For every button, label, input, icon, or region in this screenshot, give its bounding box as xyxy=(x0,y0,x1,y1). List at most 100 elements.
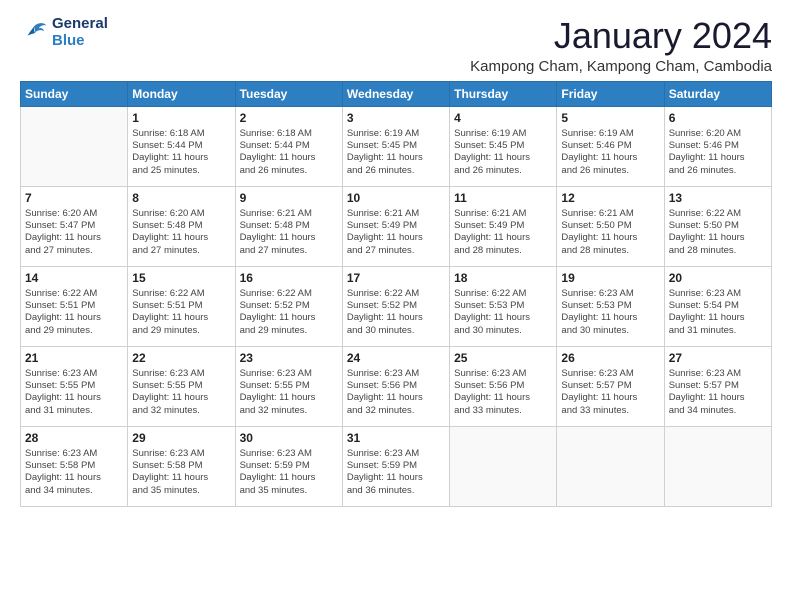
day-cell: 9 Sunrise: 6:21 AM Sunset: 5:48 PM Daylig… xyxy=(235,186,342,266)
day-info: Sunrise: 6:19 AM Sunset: 5:45 PM Dayligh… xyxy=(454,128,552,177)
day-cell: 16Sunrise: 6:22 AM Sunset: 5:52 PM Dayli… xyxy=(235,266,342,346)
day-cell: 19 Sunrise: 6:23 AM Sunset: 5:53 PM Dayli… xyxy=(557,266,664,346)
day-info: Sunrise: 6:20 AM Sunset: 5:46 PM Dayligh… xyxy=(669,128,767,177)
day-cell: 20Sunrise: 6:23 AM Sunset: 5:54 PM Dayli… xyxy=(664,266,771,346)
subtitle: Kampong Cham, Kampong Cham, Cambodia xyxy=(470,58,772,75)
logo-icon xyxy=(20,19,48,47)
day-info: Sunrise: 6:20 AM Sunset: 5:47 PM Dayligh… xyxy=(25,208,123,257)
day-info: Sunrise: 6:23 AM Sunset: 5:57 PM Dayligh… xyxy=(561,368,659,417)
main-title: January 2024 xyxy=(470,16,772,56)
day-cell xyxy=(664,426,771,506)
day-info: Sunrise: 6:21 AM Sunset: 5:48 PM Dayligh… xyxy=(240,208,338,257)
day-cell xyxy=(450,426,557,506)
day-cell: 18Sunrise: 6:22 AM Sunset: 5:53 PM Dayli… xyxy=(450,266,557,346)
day-number: 4 xyxy=(454,110,552,126)
day-cell: 30 Sunrise: 6:23 AM Sunset: 5:59 PM Dayli… xyxy=(235,426,342,506)
day-cell: 25 Sunrise: 6:23 AM Sunset: 5:56 PM Dayli… xyxy=(450,346,557,426)
day-info: Sunrise: 6:23 AM Sunset: 5:56 PM Dayligh… xyxy=(454,368,552,417)
day-info: Sunrise: 6:23 AM Sunset: 5:58 PM Dayligh… xyxy=(25,448,123,497)
day-number: 29 xyxy=(132,430,230,446)
day-number: 13 xyxy=(669,190,767,206)
weekday-saturday: Saturday xyxy=(664,81,771,106)
day-info: Sunrise: 6:21 AM Sunset: 5:50 PM Dayligh… xyxy=(561,208,659,257)
day-number: 12 xyxy=(561,190,659,206)
day-cell: 7 Sunrise: 6:20 AM Sunset: 5:47 PM Daylig… xyxy=(21,186,128,266)
week-row-4: 28 Sunrise: 6:23 AM Sunset: 5:58 PM Dayli… xyxy=(21,426,772,506)
day-info: Sunrise: 6:23 AM Sunset: 5:58 PM Dayligh… xyxy=(132,448,230,497)
day-cell: 12 Sunrise: 6:21 AM Sunset: 5:50 PM Dayli… xyxy=(557,186,664,266)
day-cell: 2 Sunrise: 6:18 AM Sunset: 5:44 PM Daylig… xyxy=(235,106,342,186)
day-cell: 11Sunrise: 6:21 AM Sunset: 5:49 PM Dayli… xyxy=(450,186,557,266)
day-cell: 26Sunrise: 6:23 AM Sunset: 5:57 PM Dayli… xyxy=(557,346,664,426)
title-block: January 2024 Kampong Cham, Kampong Cham,… xyxy=(470,16,772,75)
day-number: 14 xyxy=(25,270,123,286)
day-cell: 28 Sunrise: 6:23 AM Sunset: 5:58 PM Dayli… xyxy=(21,426,128,506)
day-number: 5 xyxy=(561,110,659,126)
day-cell: 29 Sunrise: 6:23 AM Sunset: 5:58 PM Dayli… xyxy=(128,426,235,506)
day-info: Sunrise: 6:22 AM Sunset: 5:50 PM Dayligh… xyxy=(669,208,767,257)
day-info: Sunrise: 6:23 AM Sunset: 5:56 PM Dayligh… xyxy=(347,368,445,417)
weekday-monday: Monday xyxy=(128,81,235,106)
day-number: 2 xyxy=(240,110,338,126)
day-number: 15 xyxy=(132,270,230,286)
day-number: 9 xyxy=(240,190,338,206)
day-info: Sunrise: 6:18 AM Sunset: 5:44 PM Dayligh… xyxy=(132,128,230,177)
day-number: 19 xyxy=(561,270,659,286)
day-cell xyxy=(557,426,664,506)
day-info: Sunrise: 6:19 AM Sunset: 5:45 PM Dayligh… xyxy=(347,128,445,177)
weekday-thursday: Thursday xyxy=(450,81,557,106)
day-cell: 23 Sunrise: 6:23 AM Sunset: 5:55 PM Dayli… xyxy=(235,346,342,426)
day-cell: 14Sunrise: 6:22 AM Sunset: 5:51 PM Dayli… xyxy=(21,266,128,346)
day-number: 25 xyxy=(454,350,552,366)
week-row-0: 1Sunrise: 6:18 AM Sunset: 5:44 PM Daylig… xyxy=(21,106,772,186)
calendar: SundayMondayTuesdayWednesdayThursdayFrid… xyxy=(20,81,772,507)
weekday-friday: Friday xyxy=(557,81,664,106)
logo-text: General Blue xyxy=(52,16,108,49)
day-info: Sunrise: 6:22 AM Sunset: 5:52 PM Dayligh… xyxy=(240,288,338,337)
day-info: Sunrise: 6:19 AM Sunset: 5:46 PM Dayligh… xyxy=(561,128,659,177)
day-cell: 1Sunrise: 6:18 AM Sunset: 5:44 PM Daylig… xyxy=(128,106,235,186)
day-cell: 27 Sunrise: 6:23 AM Sunset: 5:57 PM Dayli… xyxy=(664,346,771,426)
day-info: Sunrise: 6:21 AM Sunset: 5:49 PM Dayligh… xyxy=(347,208,445,257)
day-cell: 13 Sunrise: 6:22 AM Sunset: 5:50 PM Dayli… xyxy=(664,186,771,266)
page: General Blue January 2024 Kampong Cham, … xyxy=(0,0,792,612)
day-cell: 6 Sunrise: 6:20 AM Sunset: 5:46 PM Daylig… xyxy=(664,106,771,186)
day-cell: 4 Sunrise: 6:19 AM Sunset: 5:45 PM Daylig… xyxy=(450,106,557,186)
day-info: Sunrise: 6:18 AM Sunset: 5:44 PM Dayligh… xyxy=(240,128,338,177)
day-info: Sunrise: 6:20 AM Sunset: 5:48 PM Dayligh… xyxy=(132,208,230,257)
day-number: 21 xyxy=(25,350,123,366)
day-cell: 15 Sunrise: 6:22 AM Sunset: 5:51 PM Dayli… xyxy=(128,266,235,346)
weekday-header-row: SundayMondayTuesdayWednesdayThursdayFrid… xyxy=(21,81,772,106)
day-cell: 10Sunrise: 6:21 AM Sunset: 5:49 PM Dayli… xyxy=(342,186,449,266)
week-row-1: 7 Sunrise: 6:20 AM Sunset: 5:47 PM Daylig… xyxy=(21,186,772,266)
day-number: 11 xyxy=(454,190,552,206)
day-info: Sunrise: 6:22 AM Sunset: 5:51 PM Dayligh… xyxy=(132,288,230,337)
day-number: 23 xyxy=(240,350,338,366)
day-info: Sunrise: 6:23 AM Sunset: 5:57 PM Dayligh… xyxy=(669,368,767,417)
week-row-2: 14 Sunrise: 6:22 AM Sunset: 5:51 PM Dayli… xyxy=(21,266,772,346)
day-info: Sunrise: 6:23 AM Sunset: 5:53 PM Dayligh… xyxy=(561,288,659,337)
day-cell: 24 Sunrise: 6:23 AM Sunset: 5:56 PM Dayli… xyxy=(342,346,449,426)
day-info: Sunrise: 6:23 AM Sunset: 5:55 PM Dayligh… xyxy=(25,368,123,417)
day-number: 28 xyxy=(25,430,123,446)
day-number: 20 xyxy=(669,270,767,286)
day-cell: 17Sunrise: 6:22 AM Sunset: 5:52 PM Dayli… xyxy=(342,266,449,346)
day-number: 7 xyxy=(25,190,123,206)
day-cell: 5 Sunrise: 6:19 AM Sunset: 5:46 PM Daylig… xyxy=(557,106,664,186)
day-number: 6 xyxy=(669,110,767,126)
day-info: Sunrise: 6:23 AM Sunset: 5:55 PM Dayligh… xyxy=(132,368,230,417)
day-info: Sunrise: 6:23 AM Sunset: 5:59 PM Dayligh… xyxy=(240,448,338,497)
day-number: 8 xyxy=(132,190,230,206)
day-cell: 22 Sunrise: 6:23 AM Sunset: 5:55 PM Dayli… xyxy=(128,346,235,426)
day-number: 18 xyxy=(454,270,552,286)
day-number: 24 xyxy=(347,350,445,366)
day-number: 30 xyxy=(240,430,338,446)
weekday-sunday: Sunday xyxy=(21,81,128,106)
day-number: 22 xyxy=(132,350,230,366)
day-number: 17 xyxy=(347,270,445,286)
day-info: Sunrise: 6:23 AM Sunset: 5:55 PM Dayligh… xyxy=(240,368,338,417)
day-cell: 21 Sunrise: 6:23 AM Sunset: 5:55 PM Dayli… xyxy=(21,346,128,426)
header: General Blue January 2024 Kampong Cham, … xyxy=(20,16,772,75)
weekday-wednesday: Wednesday xyxy=(342,81,449,106)
day-number: 27 xyxy=(669,350,767,366)
